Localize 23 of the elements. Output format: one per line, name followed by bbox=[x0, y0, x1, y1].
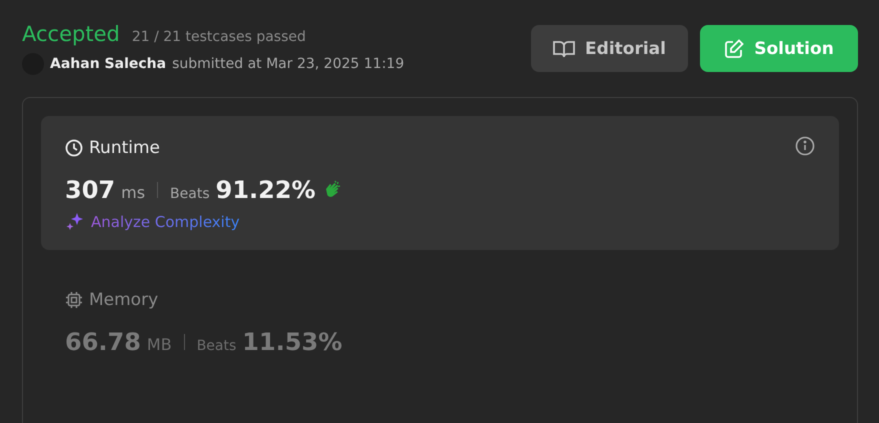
info-icon[interactable] bbox=[795, 136, 815, 156]
beats-percent: 91.22% bbox=[216, 176, 316, 204]
runtime-card[interactable]: Runtime 307 ms Beats 91.22% Analyze Complexity bbox=[41, 116, 839, 250]
metric-unit: ms bbox=[121, 183, 146, 202]
user-name[interactable]: Aahan Salecha bbox=[50, 56, 166, 72]
sparkle-icon bbox=[65, 212, 85, 232]
metric-title: Memory bbox=[89, 290, 158, 310]
metric-value: 66.78 bbox=[65, 328, 141, 356]
metric-unit: MB bbox=[146, 335, 172, 354]
submitted-text: submitted at Mar 23, 2025 11:19 bbox=[172, 56, 404, 72]
clock-icon bbox=[65, 139, 83, 157]
editorial-button[interactable]: Editorial bbox=[531, 25, 688, 72]
book-icon bbox=[553, 40, 576, 58]
chip-icon bbox=[65, 291, 83, 309]
testcases-text: 21 / 21 testcases passed bbox=[132, 29, 306, 45]
beats-label: Beats bbox=[196, 338, 236, 354]
beats-label: Beats bbox=[170, 186, 210, 202]
metric-value: 307 bbox=[65, 176, 116, 204]
status-label: Accepted bbox=[22, 22, 120, 46]
metric-title: Runtime bbox=[89, 138, 160, 158]
beats-percent: 11.53% bbox=[242, 328, 342, 356]
edit-icon bbox=[724, 38, 744, 58]
memory-card[interactable]: Memory 66.78 MB Beats 11.53% bbox=[41, 268, 839, 374]
